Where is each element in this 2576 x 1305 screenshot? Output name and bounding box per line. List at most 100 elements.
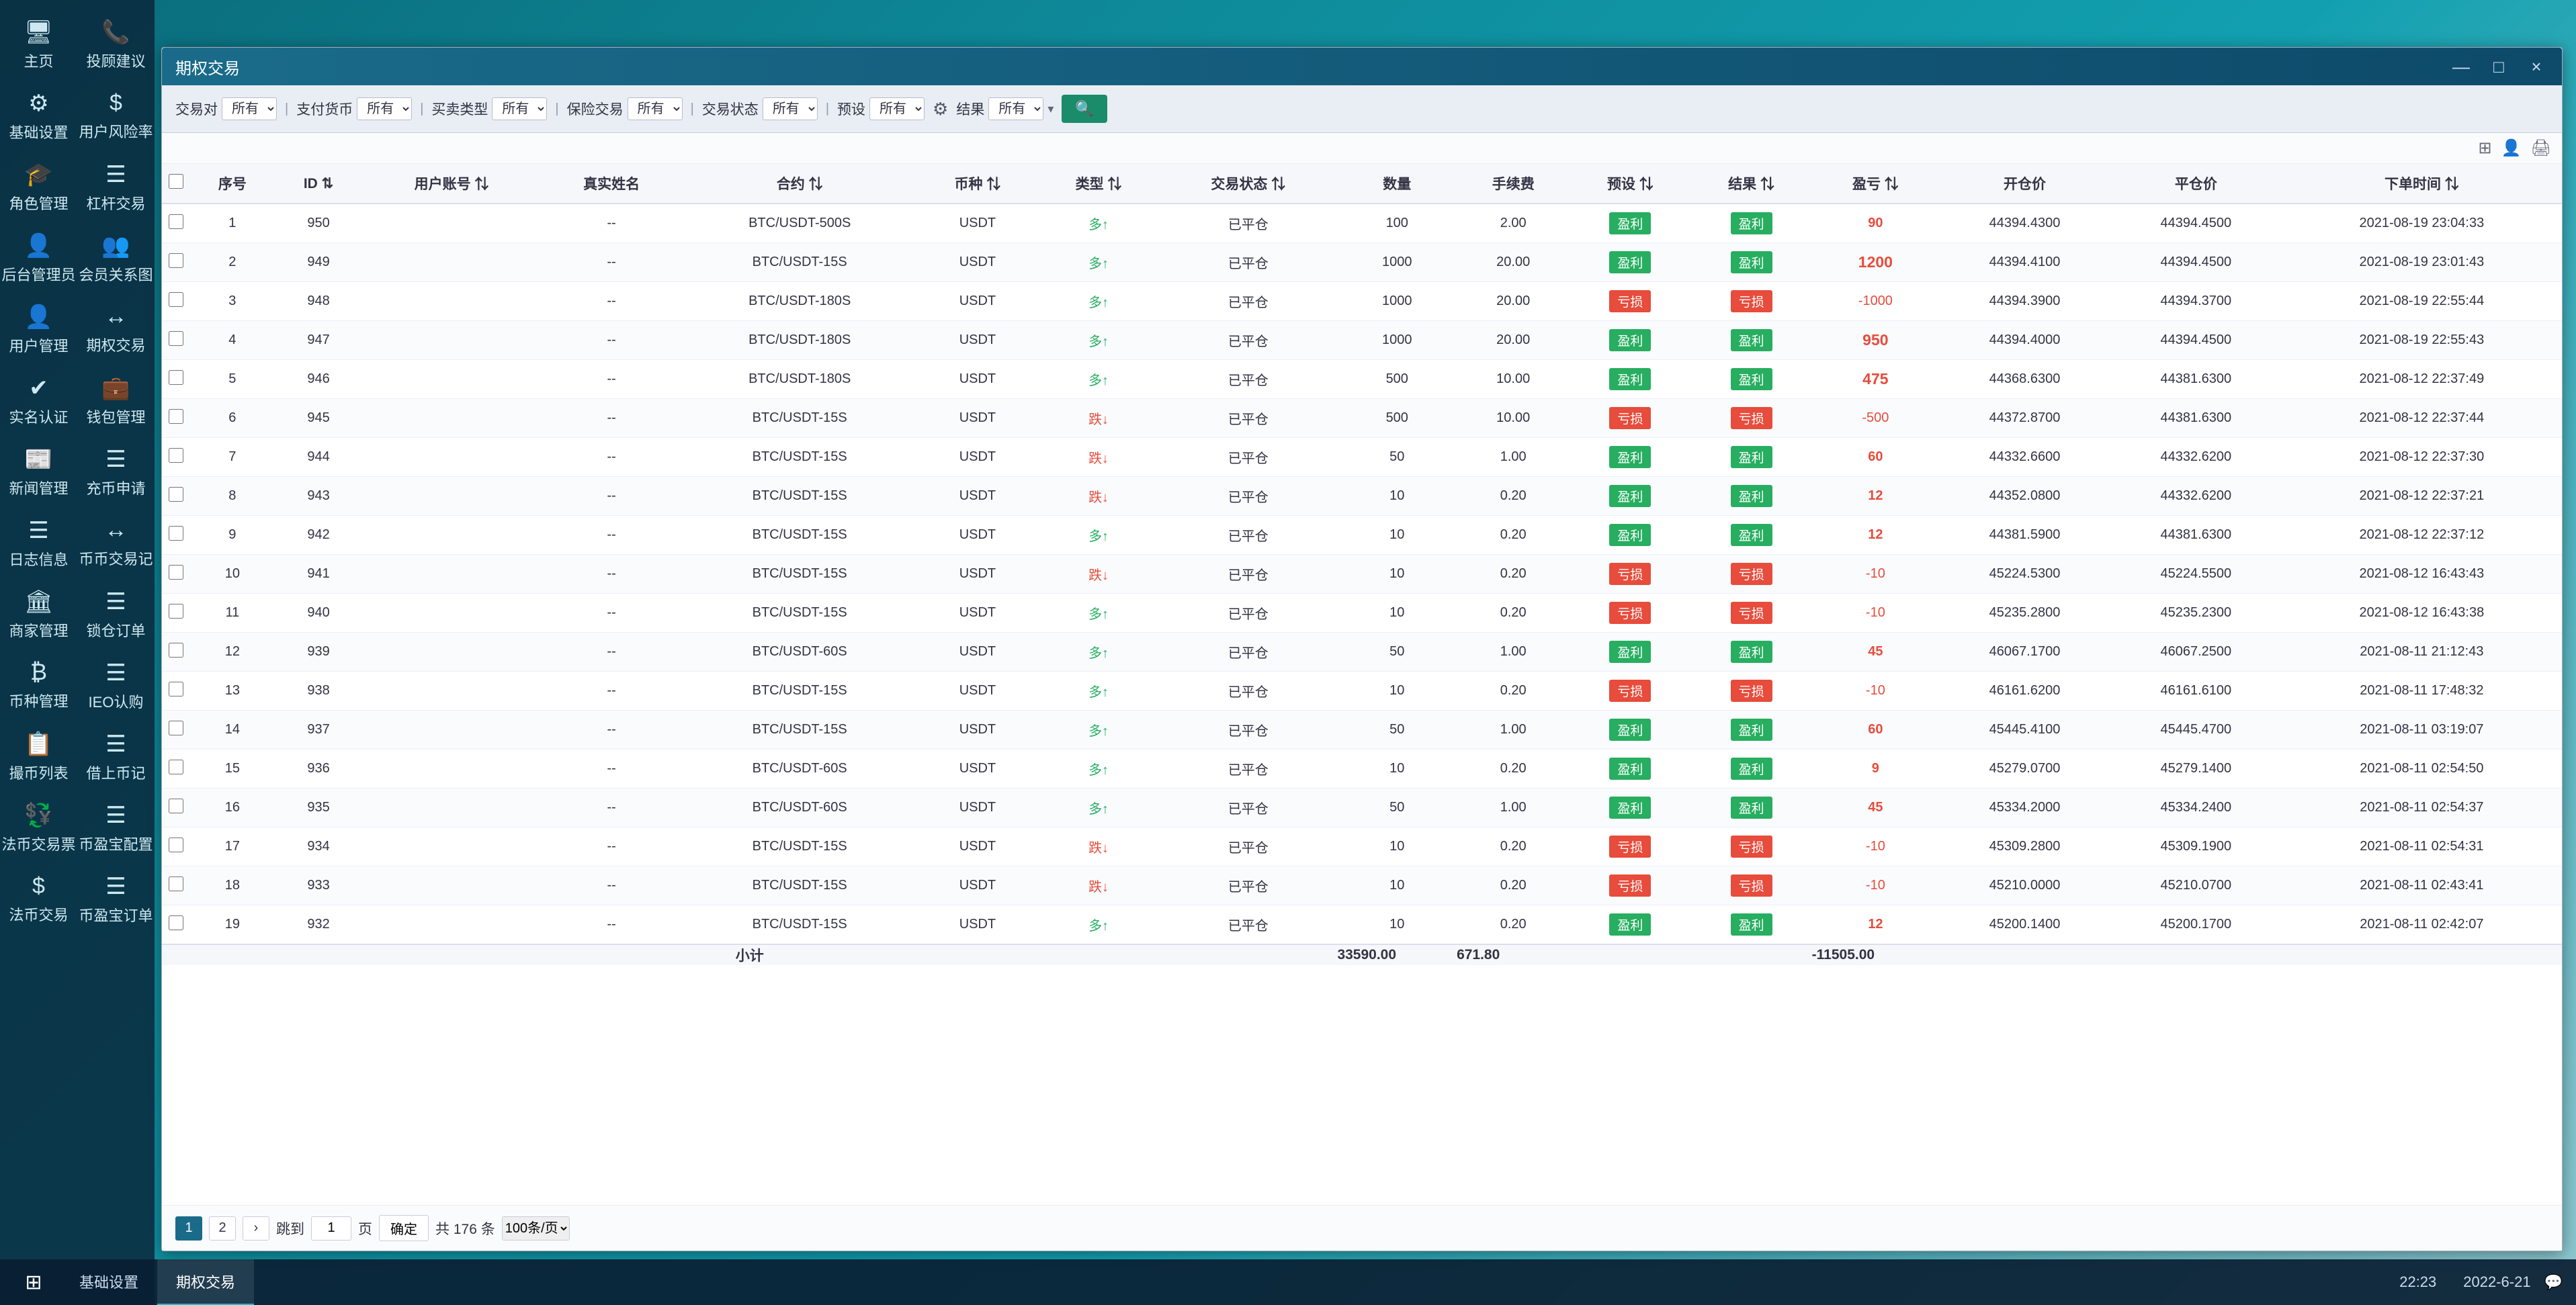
filter-select-maimai[interactable]: 所有 bbox=[492, 97, 547, 120]
sidebar-item-bibd[interactable]: ☰ 币盈宝订单 bbox=[77, 861, 155, 932]
sidebar-item-ganggan[interactable]: ☰ 杠杆交易 bbox=[77, 149, 155, 220]
cell-qty: 10 bbox=[1337, 594, 1457, 633]
sidebar-item-chongbi[interactable]: ☰ 充币申请 bbox=[77, 434, 155, 505]
filter-select-jiaoyidui[interactable]: 所有 bbox=[222, 97, 277, 120]
row-checkbox[interactable] bbox=[162, 750, 190, 789]
clipboard-icon: 📋 bbox=[24, 731, 52, 758]
sidebar-item-qihuo[interactable]: ↔ 期权交易 bbox=[77, 291, 155, 363]
row-checkbox[interactable] bbox=[162, 672, 190, 711]
row-checkbox[interactable] bbox=[162, 321, 190, 360]
columns-icon[interactable]: ⊞ bbox=[2479, 138, 2492, 158]
sidebar-item-bizhonglb[interactable]: 📋 撮币列表 bbox=[0, 719, 77, 790]
filter-select-yushe[interactable]: 所有 bbox=[869, 97, 925, 120]
taskbar-item-jichushezhi[interactable]: 基础设置 bbox=[60, 1259, 157, 1305]
filter-select-zhifu[interactable]: 所有 bbox=[357, 97, 412, 120]
minimize-button[interactable]: — bbox=[2449, 56, 2473, 77]
sidebar-item-zhuye[interactable]: 🖥 主页 bbox=[0, 7, 77, 78]
page-2-button[interactable]: 2 bbox=[209, 1216, 236, 1241]
filter-select-baoxian[interactable]: 所有 bbox=[628, 97, 683, 120]
row-checkbox[interactable] bbox=[162, 711, 190, 750]
cell-yushe: 盈利 bbox=[1570, 204, 1690, 243]
table-row: 12 939 -- BTC/USDT-60S USDT 多↑ 已平仓 50 1.… bbox=[162, 633, 2562, 672]
sidebar-item-houtai[interactable]: 👤 后台管理员 bbox=[0, 220, 77, 291]
sidebar-item-suoding[interactable]: ☰ 锁仓订单 bbox=[77, 576, 155, 647]
taskbar-item-qihuojiaoy[interactable]: 期权交易 bbox=[157, 1259, 254, 1305]
cell-time: 2021-08-12 22:37:30 bbox=[2282, 438, 2562, 477]
sidebar-item-qianbao[interactable]: 💼 钱包管理 bbox=[77, 363, 155, 434]
row-checkbox[interactable] bbox=[162, 477, 190, 516]
row-checkbox[interactable] bbox=[162, 243, 190, 282]
row-checkbox[interactable] bbox=[162, 866, 190, 905]
chat-icon[interactable]: 💬 bbox=[2544, 1273, 2563, 1291]
cell-realname: -- bbox=[541, 672, 683, 711]
search-button[interactable]: 🔍 bbox=[1062, 95, 1107, 123]
page-confirm-button[interactable]: 确定 bbox=[379, 1215, 429, 1241]
page-goto-input[interactable] bbox=[311, 1216, 351, 1241]
settings-icon[interactable]: ⚙ bbox=[933, 99, 948, 120]
row-checkbox[interactable] bbox=[162, 204, 190, 243]
row-checkbox[interactable] bbox=[162, 827, 190, 866]
user-toolbar-icon[interactable]: 👤 bbox=[2501, 138, 2522, 158]
sidebar-item-bibi[interactable]: ↔ 币币交易记 bbox=[77, 505, 155, 576]
cell-time: 2021-08-11 21:12:43 bbox=[2282, 633, 2562, 672]
sidebar-item-touzi[interactable]: 📞 投顾建议 bbox=[77, 7, 155, 78]
cell-type: 跌↓ bbox=[1038, 399, 1159, 438]
cell-close: 45235.2300 bbox=[2110, 594, 2282, 633]
sidebar-item-pizhipz[interactable]: ☰ 币盈宝配置 bbox=[77, 790, 155, 861]
sidebar-item-rizhi[interactable]: ☰ 日志信息 bbox=[0, 505, 77, 576]
col-qty: 数量 bbox=[1337, 164, 1457, 204]
page-1-button[interactable]: 1 bbox=[175, 1216, 202, 1241]
page-next-button[interactable]: › bbox=[243, 1216, 269, 1241]
row-checkbox[interactable] bbox=[162, 633, 190, 672]
sidebar-item-huiyuan[interactable]: 👥 会员关系图 bbox=[77, 220, 155, 291]
filter-select-jiaoyizt[interactable]: 所有 bbox=[763, 97, 818, 120]
select-all-header[interactable] bbox=[162, 164, 190, 204]
row-checkbox[interactable] bbox=[162, 555, 190, 594]
cell-realname: -- bbox=[541, 477, 683, 516]
sidebar-item-yonghu[interactable]: 👤 用户管理 bbox=[0, 291, 77, 363]
sidebar-item-ieo[interactable]: ☰ IEO认购 bbox=[77, 647, 155, 719]
sidebar-label-fabi: 法币交易票 bbox=[1, 833, 75, 854]
sidebar-item-fabi[interactable]: 💱 法币交易票 bbox=[0, 790, 77, 861]
sidebar-item-fengxianlu[interactable]: $ 用户风险率 bbox=[77, 78, 155, 149]
per-page-select[interactable]: 100条/页 50条/页 20条/页 bbox=[502, 1216, 570, 1241]
cell-open: 45445.4100 bbox=[1939, 711, 2110, 750]
filter-select-jieguo[interactable]: 所有 bbox=[988, 97, 1043, 120]
row-checkbox[interactable] bbox=[162, 399, 190, 438]
start-button[interactable]: ⊞ bbox=[13, 1265, 54, 1299]
cell-realname: -- bbox=[541, 905, 683, 945]
sidebar-item-fabijy[interactable]: $ 法币交易 bbox=[0, 861, 77, 932]
sidebar-item-shiming[interactable]: ✔ 实名认证 bbox=[0, 363, 77, 434]
filter-label-jieguo: 结果 bbox=[956, 99, 984, 119]
sidebar-row-13: $ 法币交易 ☰ 币盈宝订单 bbox=[0, 861, 155, 932]
sidebar-item-lianjie[interactable]: ☰ 借上币记 bbox=[77, 719, 155, 790]
row-checkbox[interactable] bbox=[162, 438, 190, 477]
close-button[interactable]: × bbox=[2524, 56, 2548, 77]
sidebar-item-bizhong[interactable]: ₿ 币种管理 bbox=[0, 647, 77, 719]
row-checkbox[interactable] bbox=[162, 360, 190, 399]
sidebar-item-jichushezhi[interactable]: ⚙ 基础设置 bbox=[0, 78, 77, 149]
row-checkbox[interactable] bbox=[162, 516, 190, 555]
cell-pnl: 9 bbox=[1812, 750, 1939, 789]
cell-time: 2021-08-12 22:37:21 bbox=[2282, 477, 2562, 516]
sidebar-item-xinwen[interactable]: 📰 新闻管理 bbox=[0, 434, 77, 505]
sidebar-label-ieo: IEO认购 bbox=[89, 690, 144, 712]
exchange-icon: ↔ bbox=[105, 304, 128, 330]
search-icon: 🔍 bbox=[1075, 100, 1093, 118]
cell-realname: -- bbox=[541, 750, 683, 789]
cell-jieguo: 亏损 bbox=[1691, 399, 1812, 438]
row-checkbox[interactable] bbox=[162, 282, 190, 321]
cell-realname: -- bbox=[541, 243, 683, 282]
print-icon[interactable]: 🖨 bbox=[2531, 138, 2551, 158]
cell-fee: 0.20 bbox=[1457, 750, 1570, 789]
row-checkbox[interactable] bbox=[162, 905, 190, 945]
row-checkbox[interactable] bbox=[162, 594, 190, 633]
cell-fee: 10.00 bbox=[1457, 399, 1570, 438]
cell-account bbox=[362, 711, 540, 750]
window-title: 期权交易 bbox=[175, 55, 2449, 79]
cell-id: 939 bbox=[275, 633, 363, 672]
sidebar-item-shangjia[interactable]: 🏛 商家管理 bbox=[0, 576, 77, 647]
sidebar-item-jiaose[interactable]: 🎓 角色管理 bbox=[0, 149, 77, 220]
maximize-button[interactable]: □ bbox=[2487, 56, 2511, 77]
row-checkbox[interactable] bbox=[162, 789, 190, 827]
